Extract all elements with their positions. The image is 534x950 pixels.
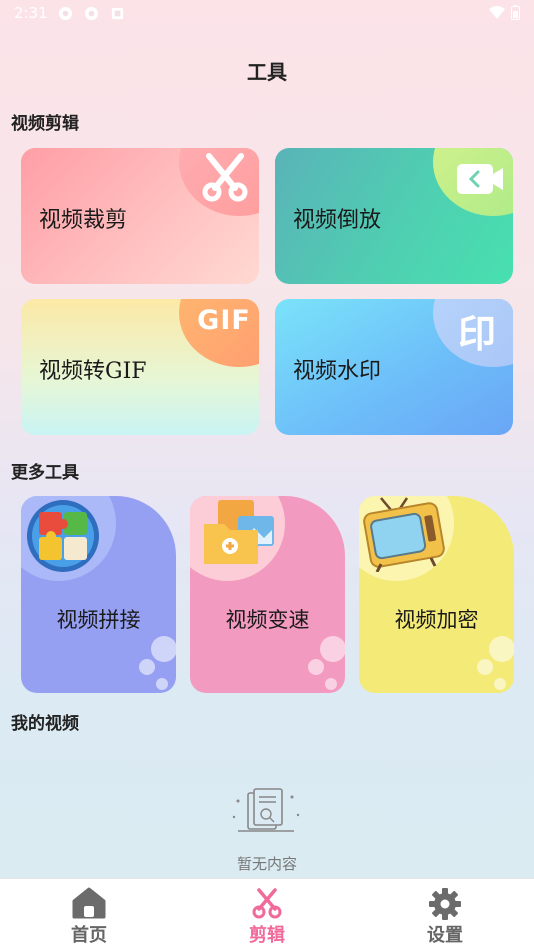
tab-label: 设置 <box>427 925 463 946</box>
image-notification-icon <box>111 7 124 20</box>
video-camera-icon <box>457 164 503 194</box>
tab-home[interactable]: 首页 <box>0 879 178 950</box>
card-video-crop[interactable]: 视频裁剪 <box>21 148 259 284</box>
tab-label: 剪辑 <box>249 925 285 946</box>
card-label: 视频裁剪 <box>39 208 128 233</box>
empty-text: 暂无内容 <box>236 855 297 873</box>
puzzle-icon <box>27 500 99 572</box>
tab-label: 首页 <box>71 925 107 946</box>
tab-edit[interactable]: 剪辑 <box>178 879 356 950</box>
status-bar: 2:31 <box>0 0 534 28</box>
card-label: 视频水印 <box>293 359 382 384</box>
section-title-my-videos: 我的视频 <box>11 714 79 734</box>
tool-video-speed[interactable]: 视频变速 <box>190 496 345 693</box>
notification-icon <box>84 6 99 21</box>
bottom-tab-bar: 首页 剪辑 设置 <box>0 878 534 950</box>
tool-label: 视频变速 <box>225 608 310 632</box>
gear-icon <box>429 888 461 920</box>
notification-icon <box>58 6 73 21</box>
tool-video-encrypt[interactable]: 视频加密 <box>359 496 514 693</box>
watermark-icon: 印 <box>457 312 496 356</box>
tab-settings[interactable]: 设置 <box>356 879 534 950</box>
card-video-to-gif[interactable]: GIF 视频转GIF <box>21 299 259 435</box>
tv-icon <box>363 497 445 572</box>
gif-icon: GIF <box>197 305 251 336</box>
scissors-icon <box>252 888 282 919</box>
home-icon <box>72 887 106 919</box>
tool-label: 视频拼接 <box>56 608 141 632</box>
tool-video-splice[interactable]: 视频拼接 <box>21 496 176 693</box>
status-time: 2:31 <box>14 4 48 22</box>
scissors-icon <box>202 153 248 202</box>
section-title-video-edit: 视频剪辑 <box>11 114 79 134</box>
page-title: 工具 <box>247 60 287 84</box>
battery-icon <box>511 5 520 20</box>
section-title-more-tools: 更多工具 <box>11 463 79 483</box>
tool-label: 视频加密 <box>394 608 479 632</box>
wifi-icon <box>489 5 505 19</box>
card-label: 视频转GIF <box>39 359 147 384</box>
card-video-reverse[interactable]: 视频倒放 <box>275 148 513 284</box>
photos-icon <box>204 500 274 564</box>
empty-document-icon <box>232 788 300 832</box>
card-video-watermark[interactable]: 印 视频水印 <box>275 299 513 435</box>
card-label: 视频倒放 <box>293 208 382 233</box>
